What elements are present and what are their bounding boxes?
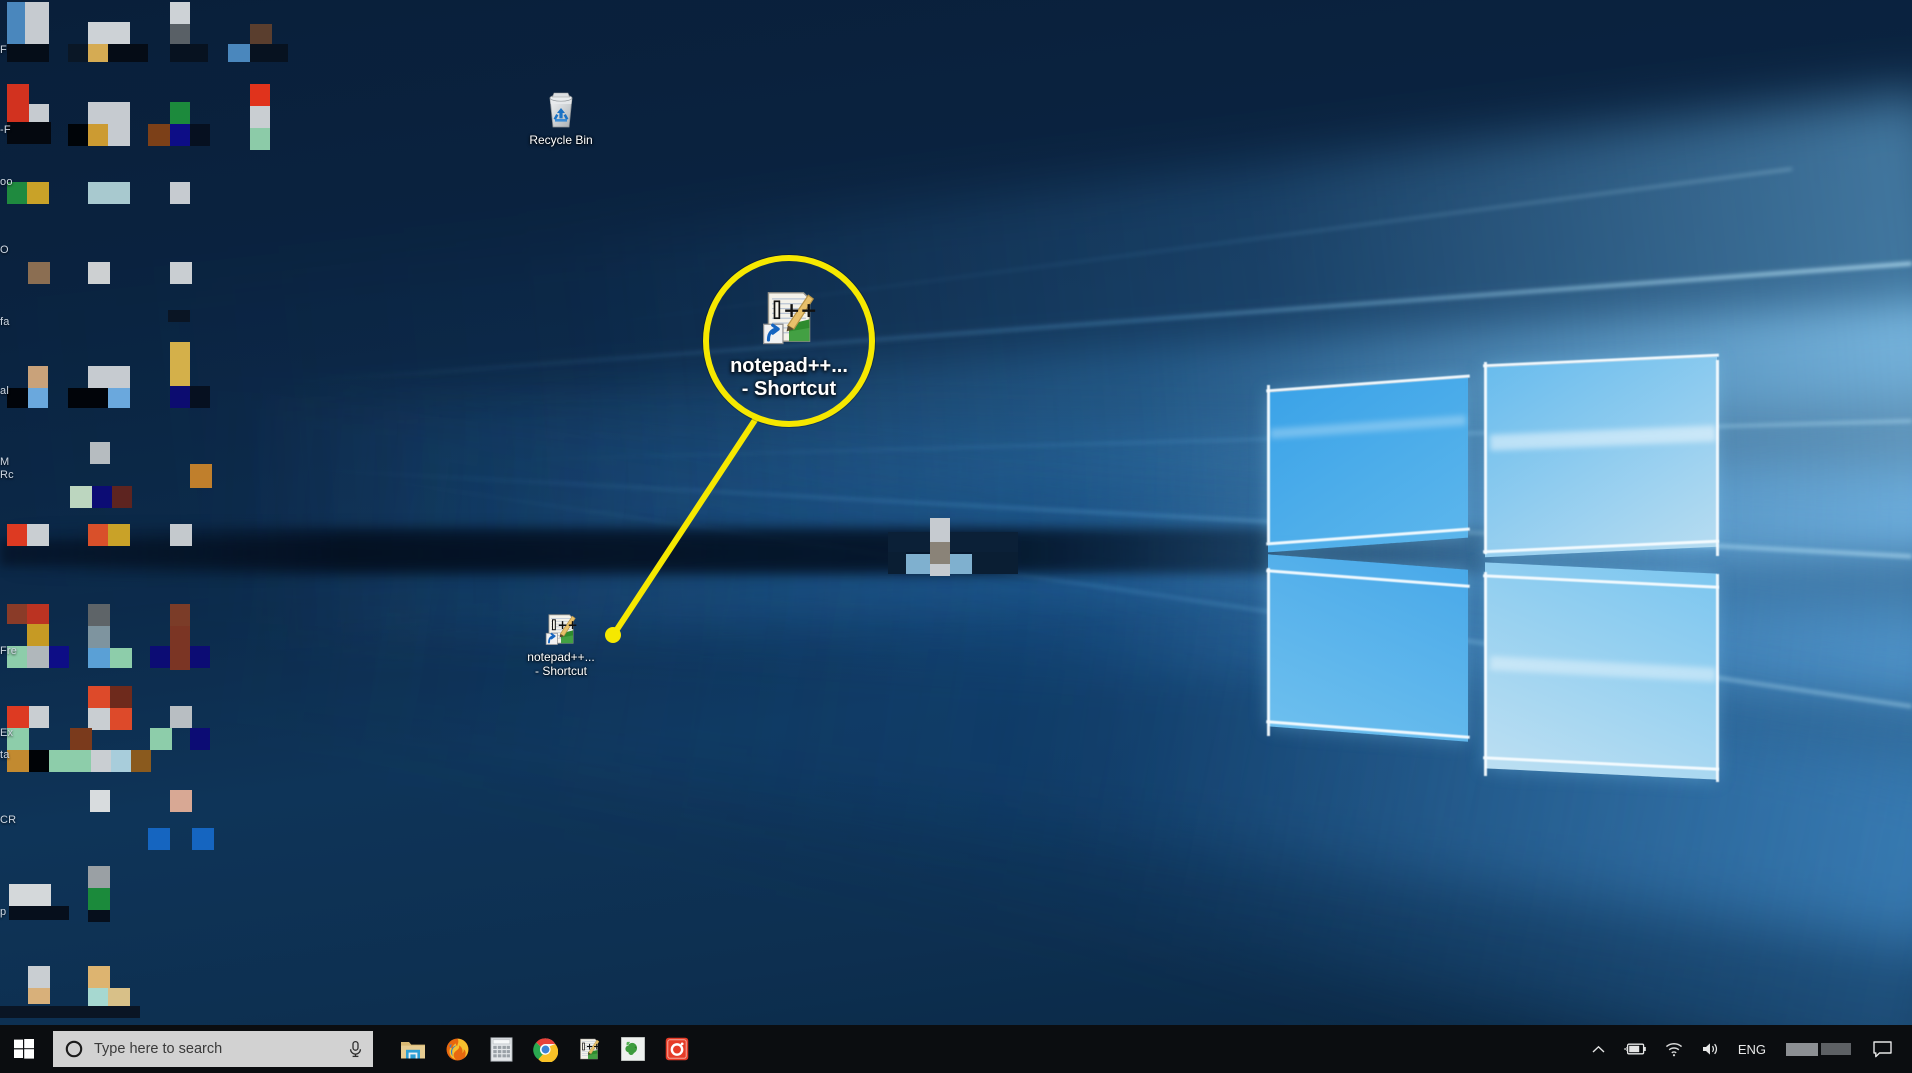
- svg-text:++: ++: [557, 618, 577, 632]
- search-placeholder: Type here to search: [94, 1041, 223, 1057]
- recycle-bin-icon: [515, 85, 607, 129]
- taskbar-file-explorer[interactable]: [391, 1025, 435, 1073]
- desktop-icon-label-line1: notepad++...: [527, 650, 595, 664]
- desktop-icon-notepad-plus-plus-shortcut[interactable]: ++ notepad++... - Shortcut: [515, 602, 607, 678]
- evernote-elephant-icon: [621, 1037, 645, 1061]
- chrome-icon: [532, 1037, 558, 1062]
- taskbar-screenshot-tool[interactable]: [655, 1025, 699, 1073]
- wifi-icon[interactable]: [1657, 1025, 1691, 1073]
- desktop-screen: F -F oo O fa al M Rc Fre Ex ta CR p Recy…: [0, 0, 1912, 1073]
- firefox-icon: [446, 1038, 468, 1060]
- taskbar-notepad-plus-plus[interactable]: ++: [567, 1025, 611, 1073]
- speaker-icon[interactable]: [1693, 1025, 1728, 1073]
- callout-label-line2: - Shortcut: [741, 377, 837, 400]
- taskbar-google-chrome[interactable]: [523, 1025, 567, 1073]
- windows-logo-wallpaper: [1240, 330, 1720, 785]
- taskbar-clock[interactable]: [1776, 1025, 1861, 1073]
- cortana-circle-icon: [65, 1040, 83, 1058]
- folder-icon: [401, 1042, 425, 1059]
- taskbar-firefox[interactable]: [435, 1025, 479, 1073]
- callout-notepad-plus-plus-icon: ++: [760, 288, 818, 351]
- desktop-icon-recycle-bin[interactable]: Recycle Bin: [515, 85, 607, 147]
- magnifier-callout: ++ notepad++... - Shortcut: [703, 255, 875, 427]
- taskbar-evernote[interactable]: [611, 1025, 655, 1073]
- battery-icon[interactable]: [1615, 1025, 1655, 1073]
- microphone-icon[interactable]: [348, 1040, 363, 1058]
- svg-text:++: ++: [586, 1043, 600, 1053]
- svg-text:++: ++: [783, 298, 817, 322]
- callout-label-line1: notepad++...: [730, 354, 848, 377]
- start-button[interactable]: [0, 1025, 48, 1073]
- chevron-up-icon[interactable]: [1584, 1025, 1613, 1073]
- notepad-plus-plus-icon: ++: [515, 602, 607, 646]
- taskbar-calculator[interactable]: [479, 1025, 523, 1073]
- desktop-icon-label: Recycle Bin: [529, 133, 593, 147]
- search-input[interactable]: Type here to search: [53, 1031, 373, 1067]
- notepad-plus-plus-icon: ++: [580, 1038, 600, 1060]
- windows-logo-icon: [14, 1039, 34, 1059]
- calculator-icon: [490, 1036, 512, 1062]
- language-indicator[interactable]: ENG: [1730, 1025, 1774, 1073]
- system-tray: ENG: [1584, 1025, 1912, 1073]
- taskbar: Type here to search ++ ENG: [0, 1025, 1912, 1073]
- wallpaper-shadow-band: [0, 540, 1152, 566]
- desktop-icon-label-line2: - Shortcut: [534, 664, 588, 678]
- notification-icon[interactable]: [1863, 1025, 1906, 1073]
- camera-icon: [665, 1037, 689, 1061]
